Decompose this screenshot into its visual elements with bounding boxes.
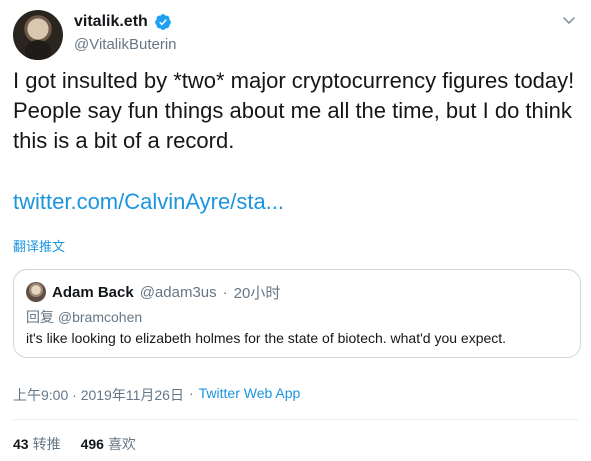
quoted-time: 20小时 — [233, 285, 281, 302]
author-name-row: vitalik.eth — [74, 13, 172, 31]
author-handle[interactable]: @VitalikButerin — [74, 36, 177, 53]
tweet-text: I got insulted by *two* major cryptocurr… — [13, 68, 575, 153]
author-avatar[interactable] — [13, 10, 63, 60]
quoted-separator: · — [222, 284, 228, 301]
translate-tweet-link[interactable]: 翻译推文 — [13, 236, 65, 255]
divider — [13, 419, 578, 420]
tweet-card: vitalik.eth @VitalikButerin I got insult… — [0, 0, 591, 461]
likes-stat[interactable]: 496 喜欢 — [81, 434, 136, 454]
tweet-timestamp[interactable]: 上午9:00 · 2019年11月26日 — [13, 385, 184, 405]
quoted-reply-to: 回复 @bramcohen — [26, 309, 143, 325]
tweet-link[interactable]: twitter.com/CalvinAyre/sta... — [13, 189, 284, 215]
quoted-author-row: Adam Back @adam3us · 20小时 — [52, 282, 280, 303]
quoted-author-name: Adam Back — [52, 284, 134, 301]
quoted-author-avatar — [26, 282, 46, 302]
likes-label: 喜欢 — [107, 436, 136, 452]
likes-count: 496 — [80, 436, 104, 452]
verified-badge-icon — [154, 14, 171, 30]
chevron-down-icon[interactable] — [561, 12, 577, 28]
tweet-meta: 上午9:00 · 2019年11月26日 · Twitter Web App — [13, 385, 300, 405]
source-app-link[interactable]: Twitter Web App — [199, 385, 301, 405]
quoted-author-handle: @adam3us — [139, 284, 217, 301]
author-display-name[interactable]: vitalik.eth — [74, 13, 148, 31]
retweets-label: 转推 — [32, 436, 61, 452]
meta-separator: · — [188, 385, 194, 401]
quoted-text: it's like looking to elizabeth holmes fo… — [26, 330, 507, 346]
retweets-stat[interactable]: 43 转推 — [13, 434, 61, 454]
tweet-stats: 43 转推 496 喜欢 — [13, 434, 136, 454]
retweets-count: 43 — [13, 436, 29, 452]
quoted-tweet[interactable]: Adam Back @adam3us · 20小时 回复 @bramcohen … — [13, 269, 581, 358]
